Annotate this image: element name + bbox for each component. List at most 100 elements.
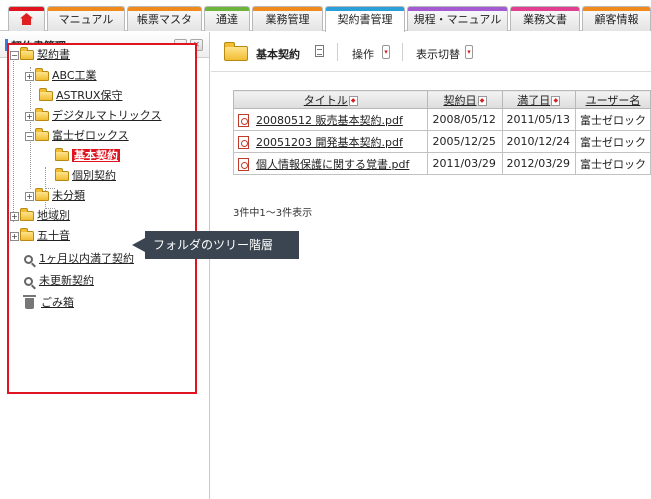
cell-user: 富士ゼロック xyxy=(574,108,651,131)
tree-item-contracts[interactable]: − 契約書 xyxy=(10,46,70,64)
cell-user: 富士ゼロック xyxy=(574,130,651,153)
action-dropdown-icon[interactable]: ▾ xyxy=(382,45,390,59)
toolbar-divider xyxy=(402,43,403,61)
tab-forms-master[interactable]: 帳票マスタ xyxy=(127,6,202,31)
column-header-title[interactable]: タイトル ◆ xyxy=(232,90,429,109)
trash-item[interactable]: ごみ箱 xyxy=(23,294,74,312)
folder-icon xyxy=(35,188,49,201)
search-icon xyxy=(24,276,33,286)
search-icon xyxy=(24,254,33,264)
folder-icon xyxy=(39,88,53,101)
column-header-expire-date[interactable]: 満了日 ◆ xyxy=(501,90,576,109)
tab-label: 規程・マニュアル xyxy=(413,13,502,26)
sort-icon[interactable]: ◆ xyxy=(551,95,561,106)
cell-contract-date: 2005/12/25 xyxy=(427,130,503,153)
tab-label: 通達 xyxy=(216,13,238,26)
folder-icon xyxy=(55,168,69,181)
tree-item-region[interactable]: + 地域別 xyxy=(10,207,70,225)
expand-icon[interactable]: + xyxy=(10,231,19,241)
saved-search-label: 1ヶ月以内満了契約 xyxy=(39,252,134,265)
main-tab-bar: マニュアル 帳票マスタ 通達 業務管理 契約書管理 規程・マニュアル 業務文書 … xyxy=(0,0,651,32)
cell-expire-date: 2010/12/24 xyxy=(501,130,576,153)
expand-icon[interactable]: + xyxy=(25,71,34,81)
expand-icon[interactable]: + xyxy=(25,111,34,121)
current-folder-title: 基本契約 xyxy=(256,48,300,61)
folder-tree: − 契約書 + ABC工業 ASTRUX保守 + デジタルマトリックス − 富士ゼロック… xyxy=(7,43,197,394)
folder-icon xyxy=(20,228,34,241)
content-toolbar: 基本契約 操作 ▾ 表示切替 ▾ xyxy=(211,32,651,72)
tree-item-basic-contract[interactable]: 基本契約 xyxy=(55,147,120,165)
tab-customer[interactable]: 顧客情報 xyxy=(582,6,651,31)
result-count: 3件中1～3件表示 xyxy=(233,208,313,219)
tab-home[interactable] xyxy=(8,6,45,31)
tab-label: 業務管理 xyxy=(265,13,310,26)
file-link[interactable]: 個人情報保護に関する覚書.pdf xyxy=(256,158,409,171)
tree-item-label: 地域別 xyxy=(37,209,70,222)
view-dropdown-icon[interactable]: ▾ xyxy=(465,45,473,59)
tab-manual[interactable]: マニュアル xyxy=(47,6,125,31)
pdf-icon xyxy=(238,158,249,171)
cell-contract-date: 2011/03/29 xyxy=(427,152,503,175)
tree-item-label: 五十音 xyxy=(37,229,70,242)
toolbar-divider xyxy=(337,43,338,61)
tree-item-fuji-xerox[interactable]: − 富士ゼロックス xyxy=(25,127,129,145)
tree-item-digital[interactable]: + デジタルマトリックス xyxy=(25,107,161,125)
cell-user: 富士ゼロック xyxy=(574,152,651,175)
tree-item-gojuon[interactable]: + 五十音 xyxy=(10,227,70,245)
column-header-label: タイトル xyxy=(303,93,348,107)
cell-contract-date: 2008/05/12 xyxy=(427,108,503,131)
tree-item-astrux[interactable]: ASTRUX保守 xyxy=(39,87,122,105)
pdf-icon xyxy=(238,136,249,149)
table-row[interactable]: 20080512 販売基本契約.pdf 2008/05/12 2011/05/1… xyxy=(232,108,651,131)
collapse-icon[interactable]: − xyxy=(25,131,34,141)
action-menu-label[interactable]: 操作 xyxy=(352,46,374,62)
cell-expire-date: 2012/03/29 xyxy=(501,152,576,175)
trash-icon xyxy=(23,294,36,309)
tab-contracts[interactable]: 契約書管理 xyxy=(325,6,405,32)
tab-business-docs[interactable]: 業務文書 xyxy=(510,6,580,31)
tree-item-label: 未分類 xyxy=(52,189,85,202)
tree-item-label: デジタルマトリックス xyxy=(52,109,162,122)
contract-table: タイトル ◆ 契約日 ◆ 満了日 ◆ ユーザー名 20080512 販売基本契約.pd… xyxy=(232,90,651,175)
file-link[interactable]: 20051203 開発基本契約.pdf xyxy=(256,136,403,149)
tree-line xyxy=(13,58,14,222)
file-link[interactable]: 20080512 販売基本契約.pdf xyxy=(256,114,403,127)
folder-icon xyxy=(224,42,248,61)
tree-item-label: 個別契約 xyxy=(72,169,116,182)
tab-business[interactable]: 業務管理 xyxy=(252,6,323,31)
collapse-icon[interactable]: − xyxy=(10,50,19,60)
sort-icon[interactable]: ◆ xyxy=(348,95,358,106)
table-header-row: タイトル ◆ 契約日 ◆ 満了日 ◆ ユーザー名 xyxy=(232,90,651,109)
tab-label: 帳票マスタ xyxy=(137,13,192,26)
tree-item-label: 契約書 xyxy=(37,48,70,61)
folder-icon xyxy=(55,148,69,161)
saved-search-expiring[interactable]: 1ヶ月以内満了契約 xyxy=(24,250,134,268)
table-row[interactable]: 個人情報保護に関する覚書.pdf 2011/03/29 2012/03/29 富… xyxy=(232,152,651,175)
sort-icon[interactable]: ◆ xyxy=(477,95,487,106)
view-toggle-label[interactable]: 表示切替 xyxy=(416,46,460,62)
table-row[interactable]: 20051203 開発基本契約.pdf 2005/12/25 2010/12/2… xyxy=(232,130,651,153)
tree-item-unclassified[interactable]: + 未分類 xyxy=(25,187,85,205)
document-icon[interactable] xyxy=(315,45,324,57)
column-header-contract-date[interactable]: 契約日 ◆ xyxy=(427,90,503,109)
column-header-user[interactable]: ユーザー名 xyxy=(574,90,651,109)
column-header-label: ユーザー名 xyxy=(585,93,641,107)
home-icon xyxy=(20,13,33,25)
tab-notice[interactable]: 通達 xyxy=(204,6,250,31)
folder-open-icon xyxy=(35,128,49,141)
tree-item-individual-contract[interactable]: 個別契約 xyxy=(55,167,116,185)
expand-icon[interactable]: + xyxy=(10,211,19,221)
expand-icon[interactable]: + xyxy=(25,191,34,201)
column-header-label: 契約日 xyxy=(443,93,477,107)
trash-label: ごみ箱 xyxy=(41,296,74,309)
tree-item-label: ASTRUX保守 xyxy=(56,89,123,102)
pdf-icon xyxy=(238,114,249,127)
saved-search-unrenewed[interactable]: 未更新契約 xyxy=(24,272,94,290)
folder-icon xyxy=(20,208,34,221)
tab-label: 顧客情報 xyxy=(594,13,639,26)
tree-item-abc[interactable]: + ABC工業 xyxy=(25,67,97,85)
tab-rules-manual[interactable]: 規程・マニュアル xyxy=(407,6,508,31)
cell-title: 20080512 販売基本契約.pdf xyxy=(232,108,429,131)
tab-label: 契約書管理 xyxy=(337,13,393,26)
folder-open-icon xyxy=(20,47,34,60)
